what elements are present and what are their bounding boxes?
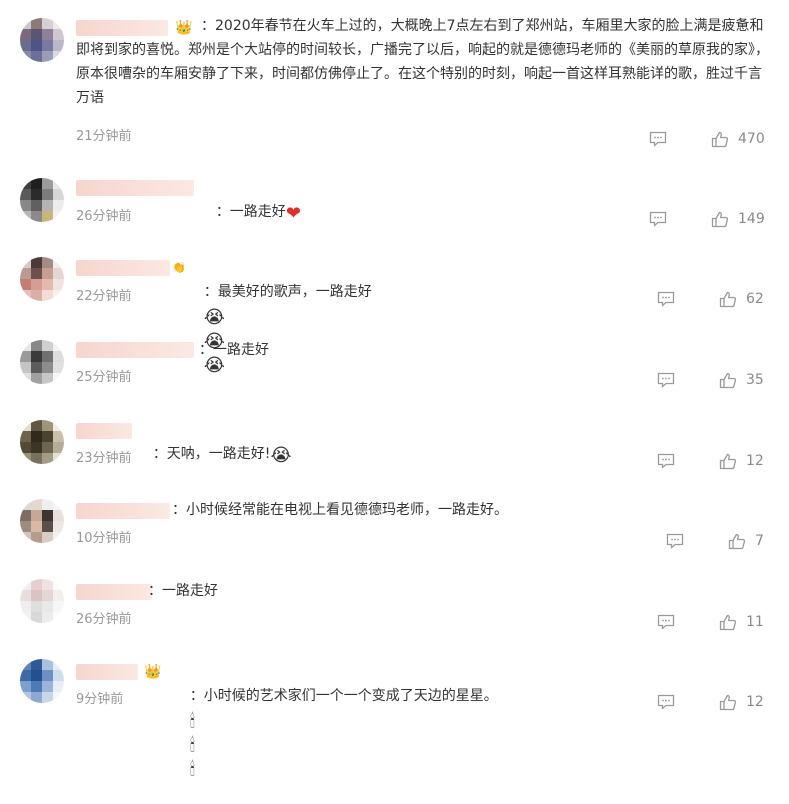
candle-emoji: 🕯 bbox=[189, 735, 195, 756]
thumbs-up-icon bbox=[711, 131, 729, 148]
avatar[interactable] bbox=[20, 659, 64, 703]
avatar[interactable] bbox=[20, 340, 64, 384]
candle-emoji: 🕯 bbox=[189, 759, 195, 780]
like-count: 470 bbox=[738, 131, 765, 147]
comment-text: ：一路走好 bbox=[199, 342, 269, 358]
reply-icon[interactable] bbox=[649, 211, 667, 227]
like-count: 12 bbox=[746, 694, 764, 710]
avatar[interactable] bbox=[20, 499, 64, 543]
heart-emoji: ❤ bbox=[285, 203, 301, 224]
crying-emoji: 😭 bbox=[270, 445, 292, 466]
thumbs-up-icon bbox=[728, 533, 746, 550]
like-button[interactable]: 11 bbox=[719, 614, 769, 631]
thumbs-up-icon bbox=[719, 372, 737, 389]
like-button[interactable]: 62 bbox=[719, 291, 769, 308]
username-blurred[interactable] bbox=[76, 260, 170, 276]
reply-icon[interactable] bbox=[657, 291, 675, 307]
like-button[interactable]: 35 bbox=[719, 372, 769, 389]
crying-emoji: 😭 bbox=[203, 307, 225, 328]
comment-text: ：最美好的歌声，一路走好 😭 😭 😭 bbox=[203, 284, 372, 376]
thumbs-up-icon bbox=[711, 211, 729, 228]
like-count: 11 bbox=[746, 614, 764, 630]
comment-text: ：天呐，一路走好!😭 bbox=[152, 445, 292, 466]
comment-text: ：小时候的艺术家们一个一个变成了天边的星星。 🕯 🕯 🕯 bbox=[189, 688, 498, 780]
reply-icon[interactable] bbox=[666, 533, 684, 549]
reply-icon[interactable] bbox=[657, 453, 675, 469]
avatar[interactable] bbox=[20, 579, 64, 623]
avatar[interactable] bbox=[20, 257, 64, 301]
candle-emoji: 🕯 bbox=[189, 711, 195, 732]
avatar[interactable] bbox=[20, 18, 64, 62]
timestamp: 21分钟前 bbox=[76, 129, 132, 144]
like-button[interactable]: 12 bbox=[719, 453, 769, 470]
username-blurred[interactable] bbox=[76, 503, 170, 519]
reply-icon[interactable] bbox=[657, 372, 675, 388]
comment-text: ：一路走好❤ bbox=[215, 203, 301, 224]
like-count: 149 bbox=[738, 211, 765, 227]
thumbs-up-icon bbox=[719, 453, 737, 470]
thumbs-up-icon bbox=[719, 291, 737, 308]
thumbs-up-icon bbox=[719, 614, 737, 631]
avatar[interactable] bbox=[20, 420, 64, 464]
like-count: 35 bbox=[746, 372, 764, 388]
thumbs-up-icon bbox=[719, 694, 737, 711]
timestamp: 25分钟前 bbox=[76, 370, 132, 385]
username-blurred[interactable] bbox=[76, 664, 138, 680]
like-button[interactable]: 12 bbox=[719, 694, 769, 711]
username-blurred[interactable] bbox=[76, 584, 152, 600]
clap-badge-icon: 👏 bbox=[172, 261, 186, 274]
timestamp: 23分钟前 bbox=[76, 451, 132, 466]
username-blurred[interactable] bbox=[76, 180, 194, 196]
avatar[interactable] bbox=[20, 178, 64, 222]
like-button[interactable]: 149 bbox=[711, 211, 771, 228]
reply-icon[interactable] bbox=[649, 131, 667, 147]
like-count: 62 bbox=[746, 291, 764, 307]
username-blurred[interactable] bbox=[76, 423, 132, 439]
timestamp: 26分钟前 bbox=[76, 612, 132, 627]
comment-text: ：2020年春节在火车上过的，大概晚上7点左右到了郑州站，车厢里大家的脸上满是疲… bbox=[76, 18, 769, 106]
crown-badge-icon: 👑 bbox=[144, 664, 162, 680]
like-button[interactable]: 470 bbox=[711, 131, 771, 148]
timestamp: 10分钟前 bbox=[76, 531, 132, 546]
like-button[interactable]: 7 bbox=[728, 533, 768, 550]
reply-icon[interactable] bbox=[657, 694, 675, 710]
like-count: 7 bbox=[755, 533, 764, 549]
username-blurred[interactable] bbox=[76, 342, 194, 358]
comment-text: ：一路走好 bbox=[148, 583, 218, 599]
timestamp: 26分钟前 bbox=[76, 209, 132, 224]
timestamp: 9分钟前 bbox=[76, 692, 124, 707]
timestamp: 22分钟前 bbox=[76, 289, 132, 304]
comment-text: ：小时候经常能在电视上看见德德玛老师，一路走好。 bbox=[172, 502, 508, 518]
reply-icon[interactable] bbox=[657, 614, 675, 630]
like-count: 12 bbox=[746, 453, 764, 469]
